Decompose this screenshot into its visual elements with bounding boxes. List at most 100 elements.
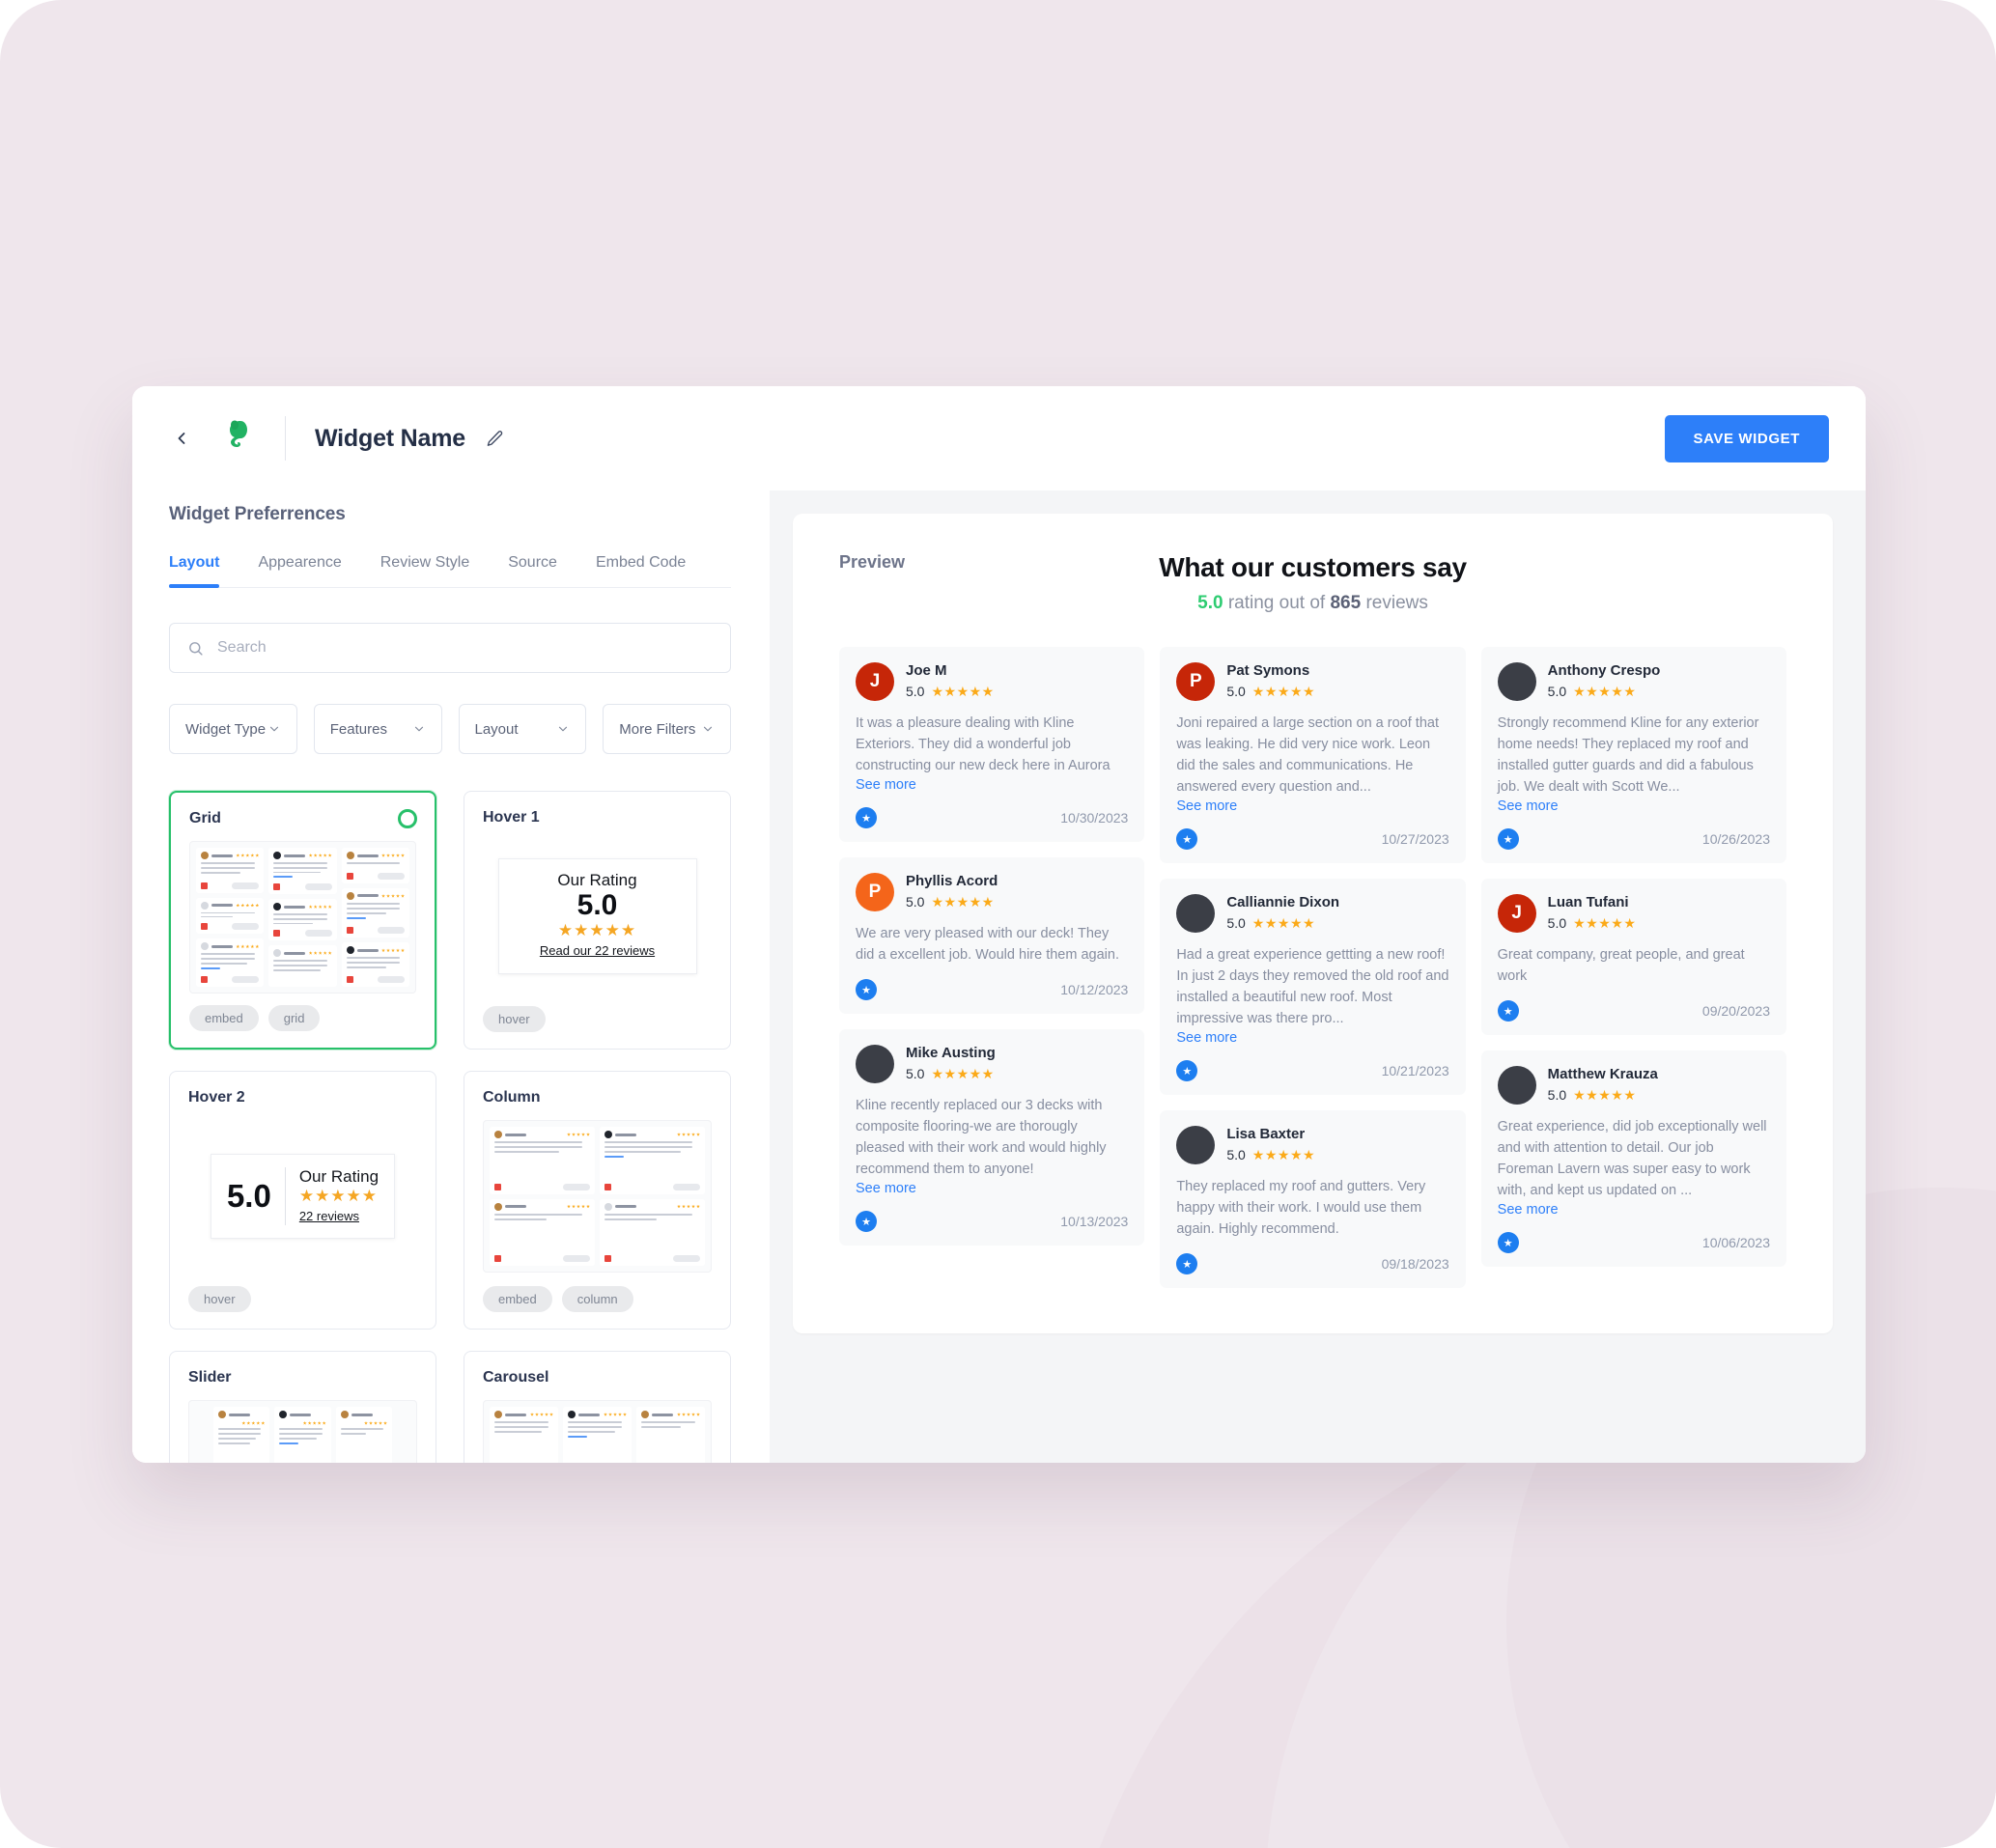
- chevron-down-icon: [414, 726, 423, 732]
- preview-rating-suffix: reviews: [1361, 593, 1428, 613]
- preview-title: What our customers say: [1159, 552, 1467, 582]
- edit-title-button[interactable]: [483, 426, 508, 451]
- review-date: 10/13/2023: [1060, 1214, 1129, 1230]
- search-input[interactable]: [217, 639, 713, 657]
- preview-rating-mid: rating out of: [1223, 593, 1331, 613]
- review-stars-icon: ★★★★★: [931, 894, 995, 910]
- leaf-logo-icon: [230, 420, 247, 447]
- review-date: 10/06/2023: [1701, 1235, 1770, 1251]
- tab-appearence[interactable]: Appearence: [258, 554, 341, 587]
- preferences-tabs: Layout Appearence Review Style Source Em…: [169, 554, 731, 588]
- chevron-left-icon: [178, 433, 185, 444]
- save-widget-button[interactable]: SAVE WIDGET: [1664, 414, 1829, 462]
- google-review-badge-icon: ★: [1176, 1060, 1198, 1082]
- layout-card-title: Carousel: [483, 1369, 549, 1386]
- filter-more-filters[interactable]: More Filters: [603, 704, 731, 754]
- filter-features-label: Features: [329, 720, 387, 738]
- layout-tag: grid: [267, 1005, 321, 1031]
- review-stars-icon: ★★★★★: [1573, 1087, 1637, 1104]
- review-footer: ★ 10/12/2023: [856, 979, 1128, 1001]
- filter-widget-type[interactable]: Widget Type: [169, 704, 297, 754]
- review-stars-icon: ★★★★★: [1573, 684, 1637, 699]
- google-review-badge-icon: ★: [856, 1211, 877, 1233]
- back-button[interactable]: [165, 422, 198, 455]
- layout-card-carousel[interactable]: Carousel: [464, 1351, 731, 1463]
- review-stars-icon: ★★★★★: [931, 684, 995, 699]
- review-footer: ★ 10/06/2023: [1497, 1232, 1770, 1254]
- filter-layout-label: Layout: [474, 720, 519, 738]
- layout-card-tags: hover: [483, 1006, 546, 1032]
- search-box[interactable]: [169, 623, 731, 673]
- layout-card-title: Hover 2: [188, 1089, 245, 1106]
- review-score: 5.0: [1226, 684, 1246, 699]
- review-rating-line: 5.0 ★★★★★: [1226, 1147, 1315, 1162]
- tab-source[interactable]: Source: [508, 554, 557, 587]
- see-more-link[interactable]: See more: [856, 777, 916, 793]
- layout-tag: embed: [483, 1286, 552, 1312]
- review-header: P Pat Symons 5.0 ★★★★★: [1176, 662, 1448, 701]
- see-more-link[interactable]: See more: [1498, 1202, 1559, 1218]
- review-card: Anthony Crespo 5.0 ★★★★★ Strongly recomm…: [1480, 647, 1786, 864]
- filter-widget-type-label: Widget Type: [185, 720, 267, 738]
- tab-review-style[interactable]: Review Style: [380, 554, 469, 587]
- review-score: 5.0: [906, 1066, 925, 1082]
- hover-rating-stars: ★★★★★: [557, 920, 637, 939]
- filter-features[interactable]: Features: [313, 704, 442, 754]
- preview-card: Preview What our customers say 5.0 ratin…: [793, 514, 1833, 1333]
- google-review-badge-icon: ★: [856, 979, 877, 1001]
- reviewer-name: Calliannie Dixon: [1226, 894, 1340, 911]
- see-more-link[interactable]: See more: [1176, 1030, 1237, 1046]
- tab-embed-code[interactable]: Embed Code: [596, 554, 686, 587]
- review-meta: Calliannie Dixon 5.0 ★★★★★: [1226, 894, 1339, 931]
- review-card: Lisa Baxter 5.0 ★★★★★ They replaced my r…: [1160, 1110, 1466, 1289]
- preview-panel: Preview What our customers say 5.0 ratin…: [770, 490, 1866, 1463]
- review-stars-icon: ★★★★★: [1251, 1147, 1316, 1163]
- google-review-badge-icon: ★: [1497, 828, 1519, 851]
- layout-card-hover-2[interactable]: Hover 2 5.0 Our Rating ★★★★★ 22 reviews: [169, 1071, 436, 1330]
- review-card: P Pat Symons 5.0 ★★★★★ Joni repaired a l…: [1160, 647, 1466, 864]
- layout-thumbnail-column: [483, 1120, 712, 1273]
- filter-more-filters-label: More Filters: [619, 720, 696, 738]
- hover-rating-label: Our Rating: [557, 871, 637, 890]
- hover-rating-link[interactable]: 22 reviews: [299, 1209, 359, 1223]
- google-review-badge-icon: ★: [1176, 828, 1198, 851]
- hover-card-divider: [284, 1167, 286, 1225]
- reviewer-name: Lisa Baxter: [1226, 1126, 1306, 1143]
- layout-card-slider[interactable]: Slider ‹ ›: [169, 1351, 436, 1463]
- tab-layout[interactable]: Layout: [169, 554, 220, 588]
- see-more-link[interactable]: See more: [1176, 798, 1237, 814]
- hover-rating-score: 5.0: [576, 889, 618, 922]
- see-more-link[interactable]: See more: [1498, 798, 1559, 814]
- review-meta: Anthony Crespo 5.0 ★★★★★: [1548, 662, 1661, 699]
- preview-header: What our customers say 5.0 rating out of…: [839, 552, 1786, 614]
- review-stars-icon: ★★★★★: [1251, 684, 1316, 699]
- reviewer-name: Anthony Crespo: [1547, 662, 1661, 679]
- layout-card-title: Grid: [189, 810, 221, 826]
- reviews-column: Anthony Crespo 5.0 ★★★★★ Strongly recomm…: [1480, 647, 1786, 1268]
- search-icon: [189, 641, 203, 656]
- preview-rating-summary: 5.0 rating out of 865 reviews: [839, 593, 1786, 614]
- review-meta: Joe M 5.0 ★★★★★: [906, 662, 995, 699]
- filter-layout[interactable]: Layout: [458, 704, 587, 754]
- hover-rating-stars: ★★★★★: [298, 1187, 379, 1205]
- chevron-down-icon: [559, 726, 568, 732]
- preferences-heading: Widget Preferrences: [169, 504, 346, 524]
- layout-card-hover-1[interactable]: Hover 1 Our Rating 5.0 ★★★★★ Read our 22…: [464, 791, 731, 1050]
- layout-card-grid[interactable]: Grid embed grid: [169, 791, 436, 1050]
- review-footer: ★ 10/30/2023: [856, 807, 1128, 829]
- hover-rating-card: 5.0 Our Rating ★★★★★ 22 reviews: [210, 1154, 396, 1239]
- reviewer-name: Phyllis Acord: [906, 873, 998, 890]
- layout-thumbnail-grid: [189, 841, 416, 994]
- review-text: Kline recently replaced our 3 decks with…: [856, 1098, 1107, 1178]
- avatar: [1497, 1066, 1536, 1106]
- layout-card-column[interactable]: Column embed column: [464, 1071, 731, 1330]
- see-more-link[interactable]: See more: [856, 1181, 916, 1196]
- google-review-badge-icon: ★: [1176, 1253, 1198, 1275]
- reviewer-name: Pat Symons: [1226, 662, 1310, 679]
- hover-rating-link[interactable]: Read our 22 reviews: [540, 943, 655, 958]
- hover-card-details: Our Rating ★★★★★ 22 reviews: [299, 1167, 379, 1225]
- review-card: J Luan Tufani 5.0 ★★★★★ Great company, g…: [1480, 879, 1786, 1036]
- reviews-grid: J Joe M 5.0 ★★★★★ It was a pleasure deal…: [839, 647, 1786, 1289]
- review-date: 09/18/2023: [1381, 1256, 1449, 1273]
- app-body: Widget Preferrences Layout Appearence Re…: [132, 490, 1866, 1463]
